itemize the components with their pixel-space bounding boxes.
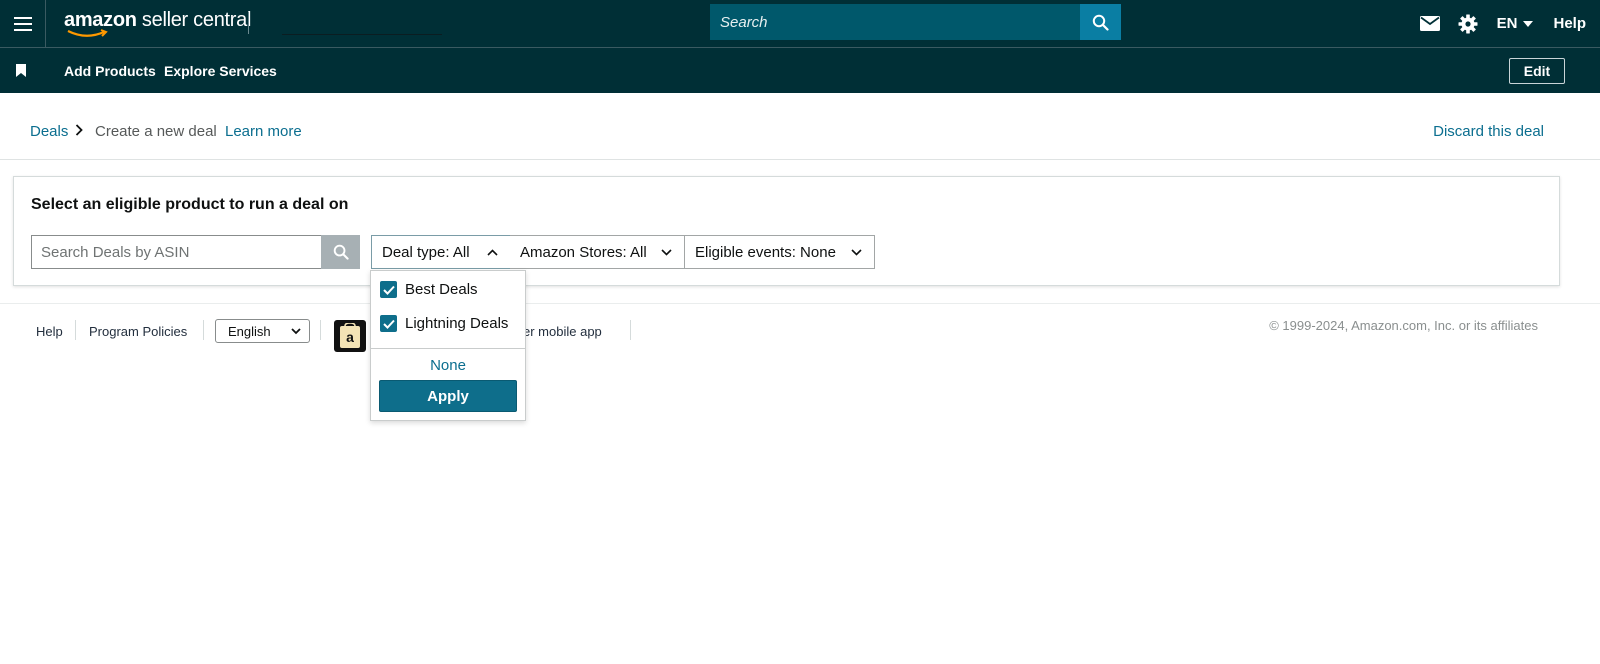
chevron-down-icon xyxy=(661,248,672,256)
amazon-stores-label: Amazon Stores: All xyxy=(520,243,647,261)
caret-down-icon xyxy=(1523,20,1534,27)
footer-language-value: English xyxy=(228,323,271,339)
global-search xyxy=(710,4,1121,40)
chevron-right-icon xyxy=(75,124,83,136)
seller-app-icon[interactable]: a xyxy=(334,320,366,352)
gear-icon[interactable] xyxy=(1449,0,1487,47)
breadcrumb-deals[interactable]: Deals xyxy=(30,123,68,140)
footer-separator xyxy=(320,320,321,340)
search-icon[interactable] xyxy=(1080,4,1121,40)
footer-separator xyxy=(630,320,631,340)
chevron-up-icon xyxy=(487,248,498,256)
logo-brand: amazon xyxy=(64,9,137,31)
help-link[interactable]: Help xyxy=(1553,15,1586,32)
nav-explore-services[interactable]: Explore Services xyxy=(164,63,277,79)
logo-smile-icon xyxy=(67,29,108,37)
footer-help-link[interactable]: Help xyxy=(36,324,63,339)
hamburger-menu-icon[interactable] xyxy=(0,0,46,47)
discard-deal-link[interactable]: Discard this deal xyxy=(1433,123,1544,140)
header-right-controls: EN Help xyxy=(1411,0,1600,47)
mail-icon[interactable] xyxy=(1411,0,1449,47)
language-selector[interactable]: EN xyxy=(1497,15,1534,32)
deal-type-filter[interactable]: Deal type: All xyxy=(371,235,511,269)
chevron-down-icon xyxy=(291,327,301,334)
product-selection-panel: Select an eligible product to run a deal… xyxy=(13,176,1560,286)
nav-add-products[interactable]: Add Products xyxy=(64,63,156,79)
amazon-stores-filter[interactable]: Amazon Stores: All xyxy=(510,235,685,269)
footer-copyright: © 1999-2024, Amazon.com, Inc. or its aff… xyxy=(1269,318,1538,333)
checkbox-checked-icon[interactable] xyxy=(380,281,397,298)
language-label: EN xyxy=(1496,15,1518,32)
apply-button[interactable]: Apply xyxy=(379,380,517,412)
eligible-events-label: Eligible events: None xyxy=(695,243,836,261)
global-search-input[interactable] xyxy=(710,4,1080,40)
footer-program-policies-link[interactable]: Program Policies xyxy=(89,324,187,339)
footer-language-select[interactable]: English xyxy=(215,319,310,343)
breadcrumb-current: Create a new deal xyxy=(95,123,217,140)
bookmarks-bar: Add Products Explore Services Edit xyxy=(0,47,1600,93)
deal-type-dropdown: Best Deals Lightning Deals None Apply xyxy=(370,270,526,421)
edit-button[interactable]: Edit xyxy=(1509,58,1565,84)
dropdown-divider xyxy=(371,348,525,349)
footer-separator xyxy=(75,320,76,340)
amazon-seller-central-logo[interactable]: amazon seller central xyxy=(64,9,251,39)
option-label: Best Deals xyxy=(405,281,478,298)
learn-more-link[interactable]: Learn more xyxy=(225,123,302,140)
chevron-down-icon xyxy=(851,248,862,256)
header-underline xyxy=(282,34,442,35)
logo-divider xyxy=(248,12,249,34)
logo-product: seller central xyxy=(136,9,252,31)
breadcrumb: Deals Create a new deal Learn more Disca… xyxy=(0,93,1600,160)
option-label: Lightning Deals xyxy=(405,315,509,332)
checkbox-checked-icon[interactable] xyxy=(380,315,397,332)
svg-text:a: a xyxy=(346,329,354,345)
footer-divider xyxy=(0,303,1600,304)
option-lightning-deals[interactable]: Lightning Deals xyxy=(380,315,508,332)
top-header: amazon seller central EN Help xyxy=(0,0,1600,47)
asin-search-input[interactable] xyxy=(31,235,321,269)
eligible-events-filter[interactable]: Eligible events: None xyxy=(684,235,875,269)
search-icon[interactable] xyxy=(321,235,360,269)
option-best-deals[interactable]: Best Deals xyxy=(380,281,478,298)
panel-title: Select an eligible product to run a deal… xyxy=(31,196,349,213)
deal-type-label: Deal type: All xyxy=(382,243,470,261)
select-none-link[interactable]: None xyxy=(371,357,525,374)
footer-separator xyxy=(203,320,204,340)
bookmark-icon[interactable] xyxy=(16,64,26,77)
